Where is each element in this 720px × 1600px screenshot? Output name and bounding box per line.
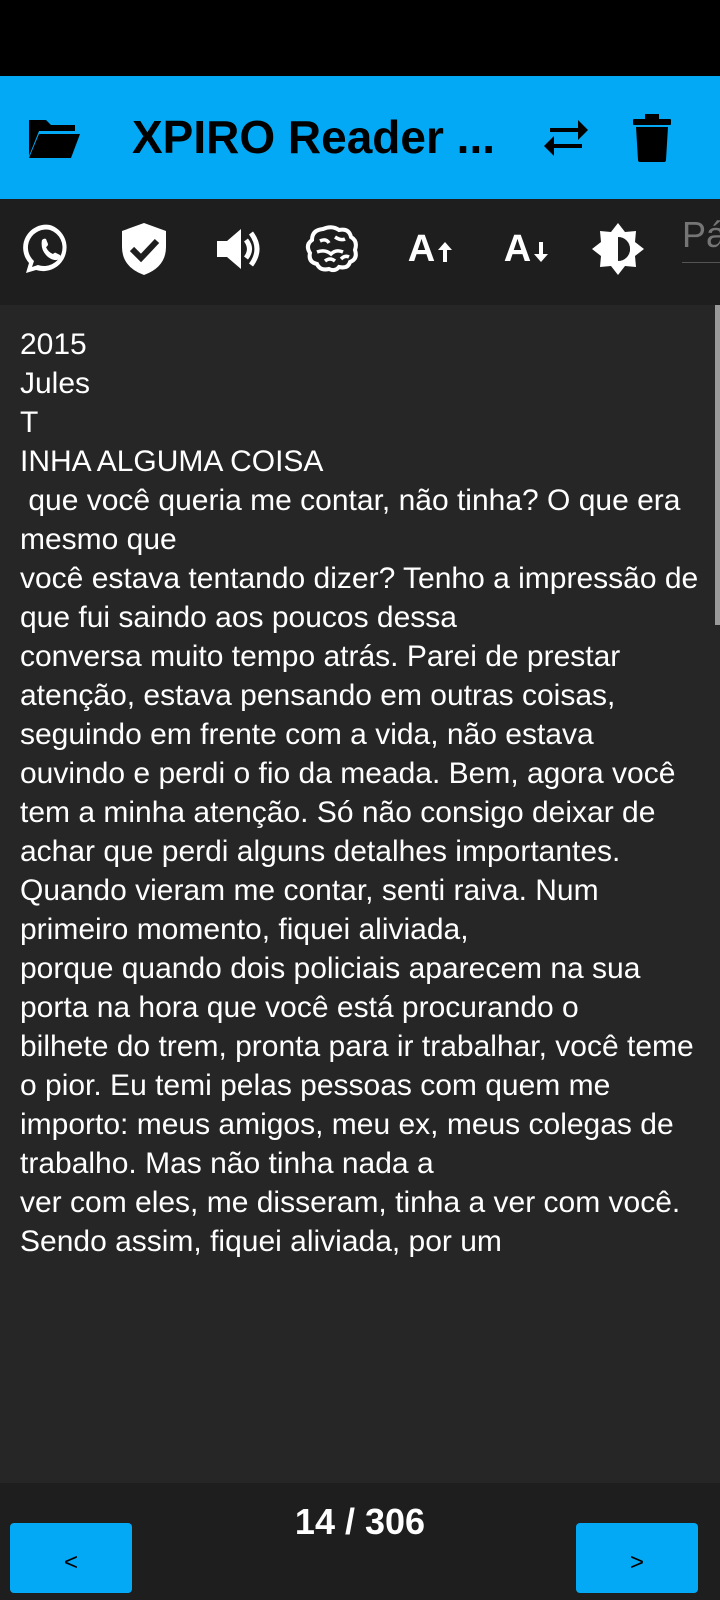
swap-icon[interactable]	[536, 76, 596, 199]
font-increase-icon[interactable]: A	[398, 217, 464, 281]
font-decrease-label: A	[503, 227, 532, 270]
next-page-button[interactable]: >	[576, 1523, 698, 1593]
status-bar	[0, 0, 720, 76]
scrollbar-thumb[interactable]	[715, 305, 720, 625]
reader-content[interactable]: 2015 Jules T INHA ALGUMA COISA que você …	[0, 305, 720, 1483]
volume-icon[interactable]	[210, 217, 270, 281]
page-input-wrap	[682, 199, 720, 305]
whatsapp-icon[interactable]	[20, 217, 80, 281]
app-title: XPIRO Reader ...	[132, 111, 496, 163]
book-text: 2015 Jules T INHA ALGUMA COISA que você …	[20, 328, 699, 1258]
app-bar: XPIRO Reader ...	[0, 76, 720, 199]
page-number-input[interactable]	[682, 207, 720, 263]
shield-check-icon[interactable]	[114, 217, 174, 281]
brain-icon[interactable]	[302, 217, 362, 281]
page-separator: /	[334, 1501, 365, 1542]
folder-open-icon[interactable]	[22, 76, 86, 199]
footer: < 14 / 306 >	[0, 1483, 720, 1600]
font-decrease-icon[interactable]: A	[494, 217, 560, 281]
trash-icon[interactable]	[622, 76, 682, 199]
total-pages: 306	[364, 1501, 426, 1542]
brightness-icon[interactable]	[588, 217, 648, 281]
current-page: 14	[294, 1501, 335, 1542]
toolbar: A A	[0, 199, 720, 305]
font-increase-label: A	[407, 227, 436, 270]
